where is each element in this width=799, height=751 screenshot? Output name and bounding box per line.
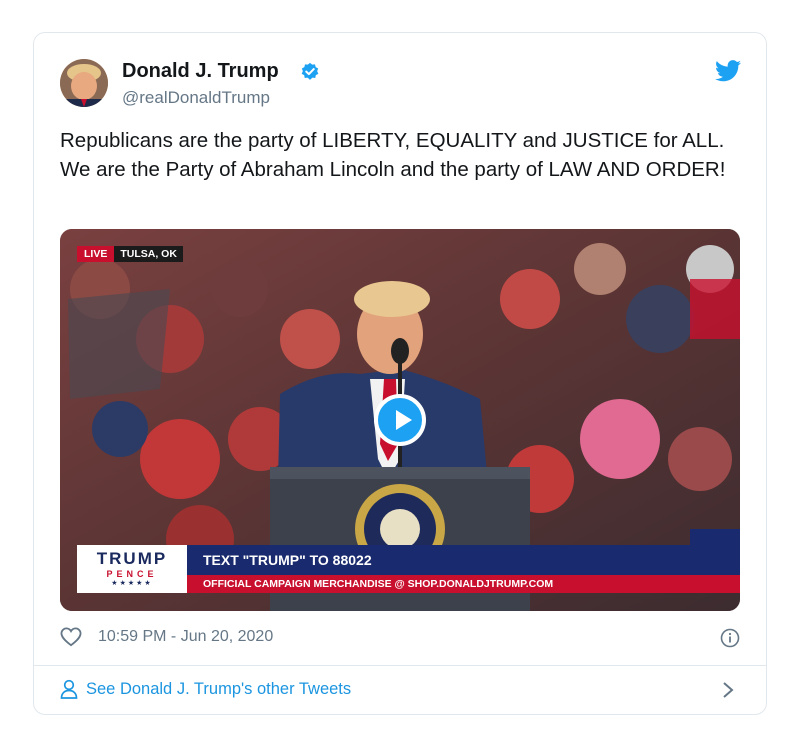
see-other-tweets-link[interactable]: See Donald J. Trump's other Tweets (60, 679, 351, 699)
author-handle[interactable]: @realDonaldTrump (122, 88, 270, 108)
lower-third-banner: TRUMP PENCE ★★★★★ TEXT "TRUMP" TO 88022 … (77, 545, 740, 593)
tweet-text: Republicans are the party of LIBERTY, EQ… (60, 129, 726, 181)
live-label: LIVE (77, 246, 115, 262)
banner-main-text: TEXT "TRUMP" TO 88022 (187, 545, 740, 575)
banner-sub-text: OFFICIAL CAMPAIGN MERCHANDISE @ SHOP.DON… (187, 575, 740, 593)
see-other-tweets-label[interactable]: See Donald J. Trump's other Tweets (86, 680, 351, 699)
chevron-right-icon[interactable] (722, 681, 734, 699)
location-label: TULSA, OK (114, 246, 183, 262)
person-icon (60, 679, 78, 699)
verified-badge-icon (301, 62, 319, 80)
info-icon[interactable] (720, 628, 740, 648)
tweet-card: Donald J. Trump @realDonaldTrump Republi… (33, 32, 767, 715)
video-player[interactable]: LIVE TULSA, OK TRUMP PENCE ★★★★★ TEXT "T… (60, 229, 740, 611)
timestamp[interactable]: 10:59 PM - Jun 20, 2020 (98, 628, 273, 646)
heart-icon[interactable] (60, 627, 82, 647)
tweet-meta: 10:59 PM - Jun 20, 2020 (60, 625, 273, 649)
trump-pence-logo: TRUMP PENCE ★★★★★ (77, 545, 187, 593)
divider (34, 665, 766, 666)
author-name[interactable]: Donald J. Trump (122, 60, 279, 83)
live-badge: LIVE TULSA, OK (77, 246, 183, 262)
twitter-bird-icon[interactable] (715, 60, 741, 82)
avatar[interactable] (60, 59, 108, 107)
play-icon[interactable] (374, 394, 426, 446)
